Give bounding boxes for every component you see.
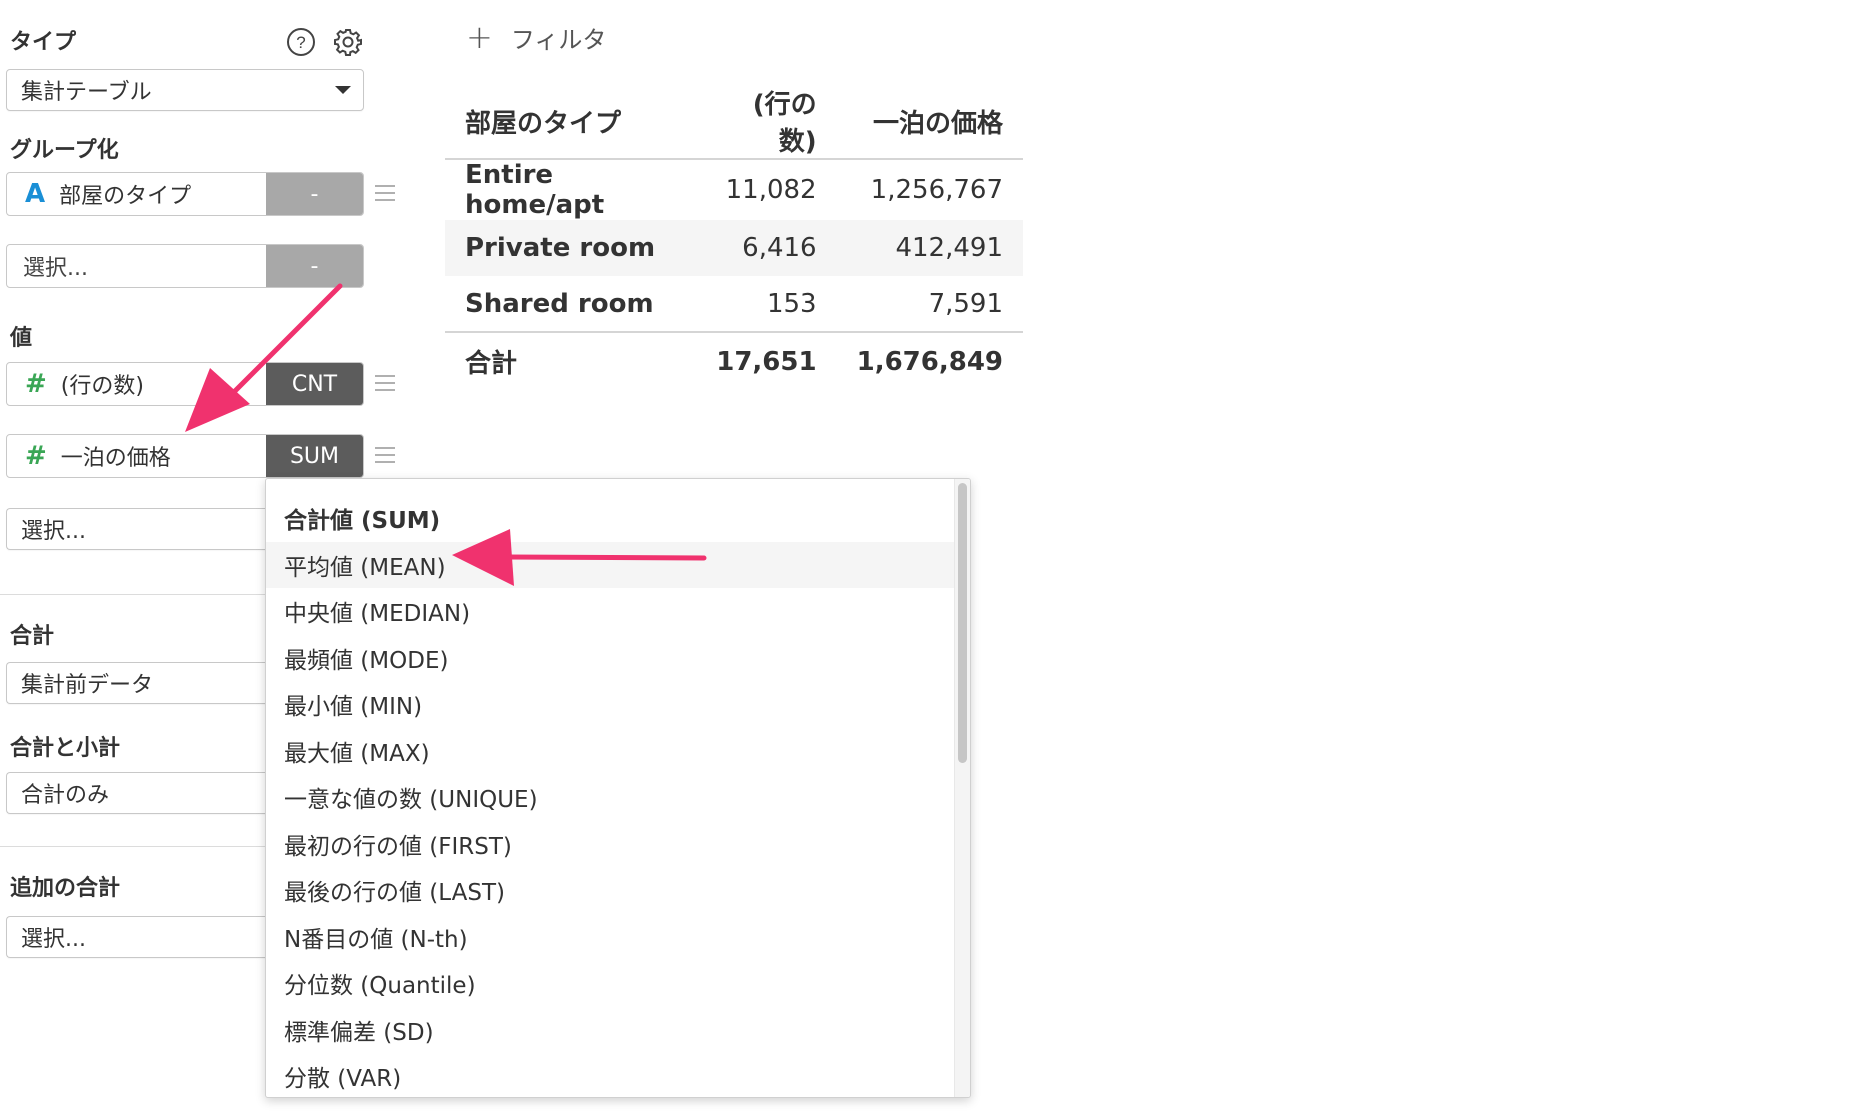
menu-item-quantile[interactable]: 分位数 (Quantile)	[266, 960, 970, 1007]
value-field-name-cell: # (行の数)	[7, 363, 266, 405]
cell-value: 11,082	[725, 175, 817, 205]
group-select-placeholder: 選択...	[23, 256, 88, 281]
subtotal-section-label: 合計と小計	[10, 736, 121, 761]
drag-handle-icon[interactable]	[375, 185, 395, 201]
filter-label: フィルタ	[510, 25, 607, 54]
menu-item-var[interactable]: 分散 (VAR)	[266, 1053, 970, 1097]
menu-item-max[interactable]: 最大値 (MAX)	[266, 728, 970, 775]
menu-item-median[interactable]: 中央値 (MEDIAN)	[266, 588, 970, 635]
agg-button-cnt[interactable]: CNT	[266, 363, 363, 405]
total-section-label: 合計	[10, 624, 55, 649]
group-agg-button[interactable]: -	[266, 173, 363, 215]
cell-value: 412,491	[895, 233, 1003, 263]
value-field-name: 一泊の価格	[60, 446, 171, 471]
divider	[0, 594, 268, 595]
total-select[interactable]: 集計前データ	[6, 662, 268, 704]
menu-item-sum[interactable]: 合計値 (SUM)	[266, 495, 970, 542]
menu-item-unique[interactable]: 一意な値の数 (UNIQUE)	[266, 774, 970, 821]
menu-item-min[interactable]: 最小値 (MIN)	[266, 681, 970, 728]
pivot-table: 部屋のタイプ (行の数) 一泊の価格 Entire home/apt 11,08…	[445, 84, 1023, 390]
add-filter-button[interactable]: + フィルタ	[466, 18, 606, 56]
column-header[interactable]: 一泊の価格	[837, 84, 1023, 159]
total-value: 1,676,849	[856, 346, 1003, 377]
plus-icon: +	[466, 18, 493, 56]
type-section-label: タイプ	[10, 30, 77, 55]
extra-total-section-label: 追加の合計	[10, 876, 121, 901]
column-header[interactable]: (行の数)	[695, 84, 836, 159]
cell-value: 7,591	[928, 288, 1003, 319]
cell-value: 6,416	[742, 233, 817, 263]
group-section-label: グループ化	[10, 138, 119, 163]
drag-handle-icon[interactable]	[375, 447, 395, 463]
value-field-row-count[interactable]: # (行の数) CNT	[6, 362, 364, 406]
drag-handle-icon[interactable]	[375, 375, 395, 391]
agg-button-sum[interactable]: SUM	[266, 435, 363, 477]
cell-value: 153	[766, 288, 817, 319]
group-select[interactable]: 選択... -	[6, 244, 364, 288]
menu-item-mode[interactable]: 最頻値 (MODE)	[266, 635, 970, 682]
extra-total-select[interactable]: 選択...	[6, 916, 268, 958]
column-header[interactable]: 部屋のタイプ	[445, 84, 695, 159]
table-row: Private room 6,416 412,491	[445, 220, 1023, 276]
total-row: 合計 17,651 1,676,849	[445, 332, 1023, 390]
menu-item-first[interactable]: 最初の行の値 (FIRST)	[266, 821, 970, 868]
chevron-down-icon	[335, 86, 351, 94]
table-header-row: 部屋のタイプ (行の数) 一泊の価格	[445, 84, 1023, 159]
divider	[0, 846, 268, 847]
scrollbar[interactable]	[954, 479, 970, 1097]
gear-icon[interactable]	[333, 27, 363, 57]
row-label: Entire home/apt	[465, 160, 605, 220]
value-field-name-cell: # 一泊の価格	[7, 435, 266, 477]
value-section-label: 値	[10, 326, 33, 351]
total-select-value: 集計前データ	[21, 673, 154, 698]
scrollbar-thumb[interactable]	[958, 483, 967, 763]
subtotal-select-value: 合計のみ	[21, 783, 110, 808]
number-type-icon: #	[25, 441, 47, 471]
table-row: Shared room 153 7,591	[445, 276, 1023, 332]
group-field[interactable]: A 部屋のタイプ -	[6, 172, 364, 216]
menu-item-nth[interactable]: N番目の値 (N-th)	[266, 914, 970, 961]
menu-item-last[interactable]: 最後の行の値 (LAST)	[266, 867, 970, 914]
extra-total-select-value: 選択...	[21, 927, 86, 952]
type-select[interactable]: 集計テーブル	[6, 69, 364, 111]
total-value: 17,651	[716, 346, 817, 377]
number-type-icon: #	[25, 369, 47, 399]
row-label: Private room	[465, 233, 656, 263]
value-select-placeholder: 選択...	[21, 519, 86, 544]
value-select[interactable]: 選択...	[6, 508, 268, 550]
menu-item-mean[interactable]: 平均値 (MEAN)	[266, 541, 954, 588]
help-icon[interactable]: ?	[286, 27, 316, 57]
group-field-name: 部屋のタイプ	[59, 184, 192, 209]
svg-text:?: ?	[296, 33, 305, 52]
group-select-agg-button[interactable]: -	[266, 245, 363, 287]
row-label: Shared room	[465, 288, 654, 319]
text-type-icon: A	[25, 179, 46, 209]
value-field-name: (行の数)	[60, 374, 144, 399]
type-select-value: 集計テーブル	[21, 80, 152, 105]
aggregation-dropdown[interactable]: 合計値 (SUM) 平均値 (MEAN) 中央値 (MEDIAN) 最頻値 (M…	[265, 478, 971, 1098]
total-label: 合計	[465, 349, 518, 379]
subtotal-select[interactable]: 合計のみ	[6, 772, 268, 814]
cell-value: 1,256,767	[870, 175, 1003, 205]
table-row: Entire home/apt 11,082 1,256,767	[445, 159, 1023, 220]
group-field-name-cell: A 部屋のタイプ	[7, 173, 266, 215]
menu-item-sd[interactable]: 標準偏差 (SD)	[266, 1007, 970, 1054]
value-field-price[interactable]: # 一泊の価格 SUM	[6, 434, 364, 478]
annotation-arrow-to-price-field	[185, 283, 343, 432]
